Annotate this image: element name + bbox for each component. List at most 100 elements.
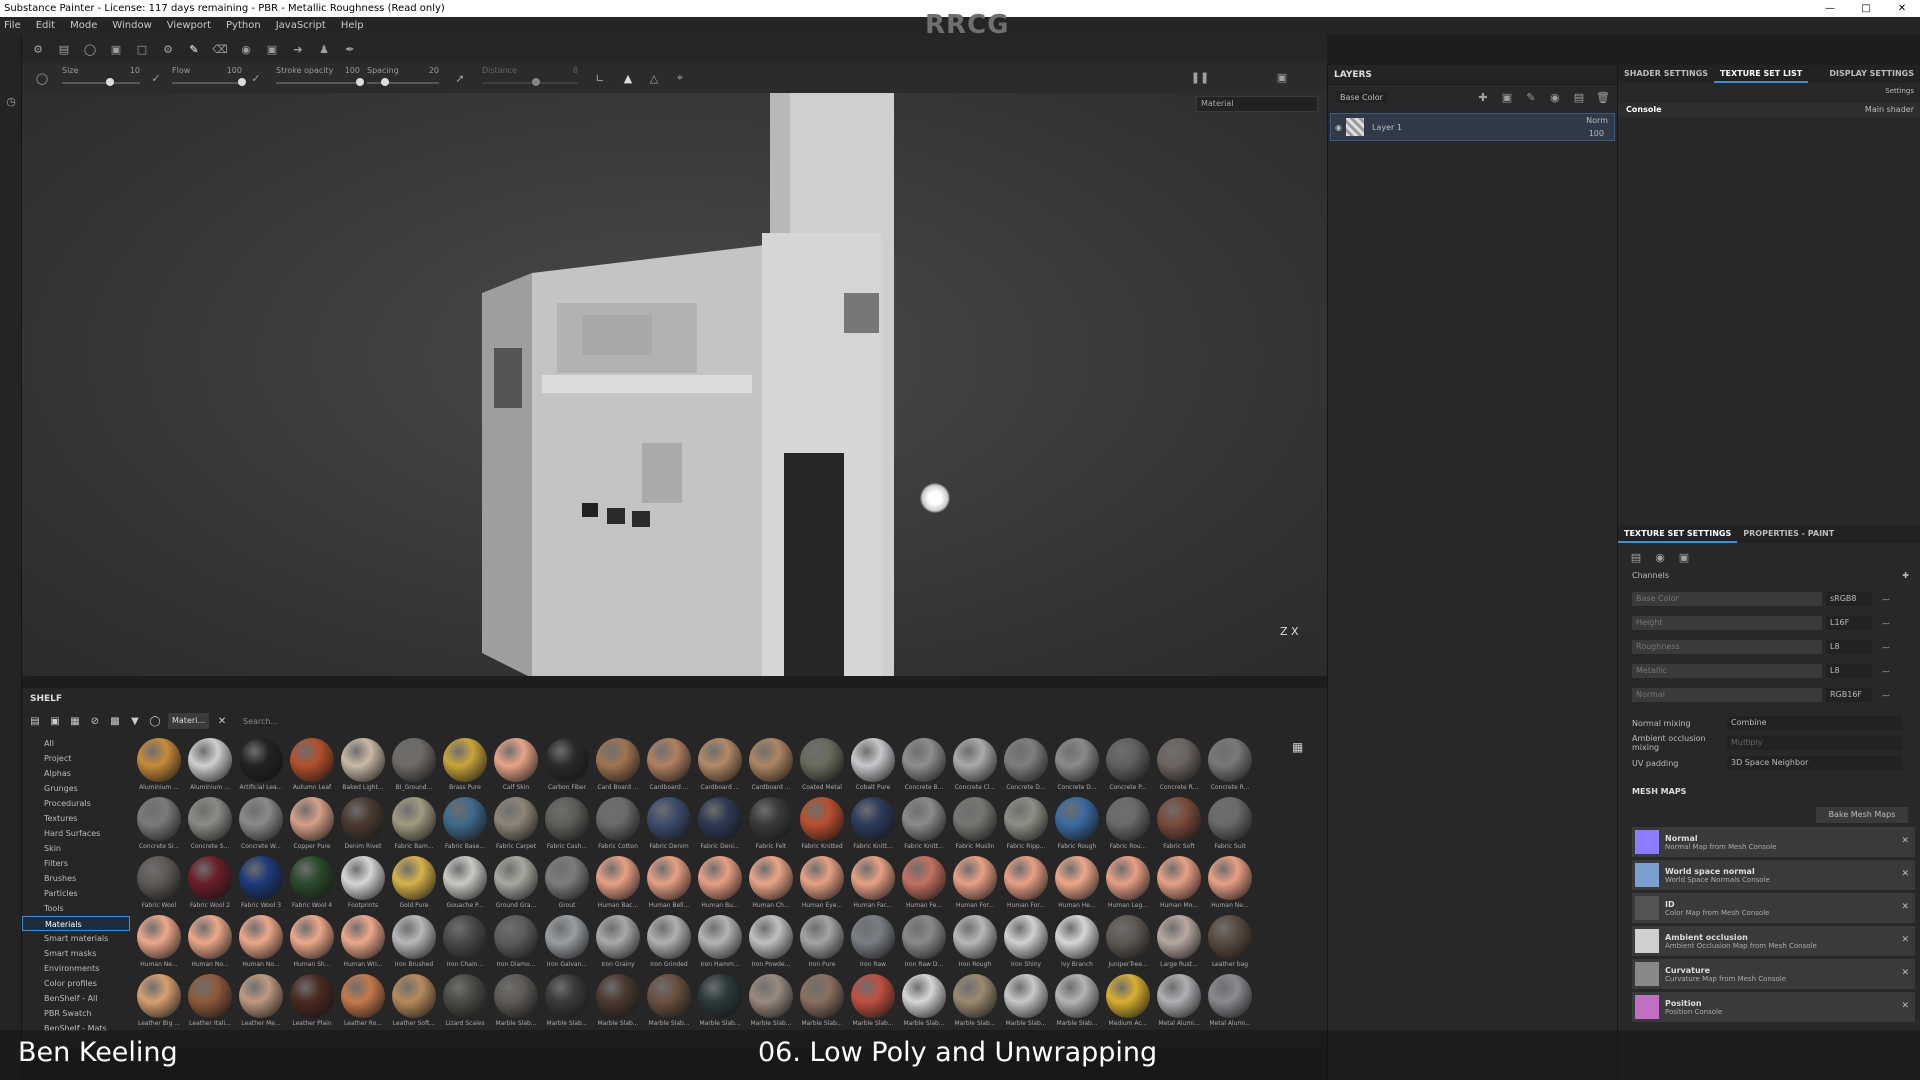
shelf-category[interactable]: BenShelf - All: [22, 991, 130, 1006]
material-item[interactable]: Iron Galvan...: [542, 915, 592, 973]
document-icon[interactable]: □: [134, 41, 150, 57]
shelf-category[interactable]: Textures: [22, 811, 130, 826]
filter-icon[interactable]: ▼: [128, 714, 142, 728]
material-item[interactable]: Denim Rivet: [338, 797, 388, 855]
texture-set-shader[interactable]: Main shader: [1865, 103, 1914, 117]
layer-row[interactable]: ◉ Layer 1 Norm 100: [1330, 113, 1615, 141]
tab-texture-set-settings[interactable]: TEXTURE SET SETTINGS: [1618, 525, 1738, 543]
maximize-icon[interactable]: □: [1848, 0, 1884, 17]
add-effect-icon[interactable]: ✚: [1475, 89, 1491, 105]
menu-edit[interactable]: Edit: [36, 17, 55, 35]
remove-filter-icon[interactable]: ✕: [215, 714, 229, 728]
settings-icon[interactable]: ⚙: [30, 41, 46, 57]
projection-icon[interactable]: ◉: [238, 41, 254, 57]
mesh-map-slot[interactable]: Position Position Console ✕: [1632, 992, 1915, 1022]
material-item[interactable]: Human He...: [1052, 856, 1102, 914]
tss-sphere-icon[interactable]: ◉: [1652, 549, 1668, 565]
material-item[interactable]: Concrete Si...: [134, 797, 184, 855]
clone-icon[interactable]: ♟: [316, 41, 332, 57]
remove-mesh-map-icon[interactable]: ✕: [1901, 1001, 1909, 1011]
material-item[interactable]: Aluminium ...: [134, 738, 184, 796]
material-item[interactable]: Concrete Cl...: [950, 738, 1000, 796]
shelf-category[interactable]: Skin: [22, 841, 130, 856]
material-item[interactable]: Human Eye...: [797, 856, 847, 914]
material-item[interactable]: Metal Alumi...: [1154, 974, 1204, 1032]
menu-window[interactable]: Window: [112, 17, 151, 35]
remove-mesh-map-icon[interactable]: ✕: [1901, 935, 1909, 945]
material-item[interactable]: Large Rust...: [1154, 915, 1204, 973]
material-item[interactable]: Grout: [542, 856, 592, 914]
menu-mode[interactable]: Mode: [70, 17, 97, 35]
shelf-category[interactable]: Brushes: [22, 871, 130, 886]
material-item[interactable]: Fabric Denim: [644, 797, 694, 855]
material-item[interactable]: Iron Rough: [950, 915, 1000, 973]
material-item[interactable]: Leather Plain: [287, 974, 337, 1032]
material-item[interactable]: Copper Pure: [287, 797, 337, 855]
material-item[interactable]: Fabric Felt: [746, 797, 796, 855]
tss-crop-icon[interactable]: ▣: [1676, 549, 1692, 565]
material-item[interactable]: BI_Ground...: [389, 738, 439, 796]
tab-properties-paint[interactable]: PROPERTIES - PAINT: [1737, 525, 1840, 543]
mesh-map-slot[interactable]: ID Color Map from Mesh Console ✕: [1632, 893, 1915, 923]
ao-mixing-dropdown[interactable]: Multiply: [1727, 736, 1902, 750]
remove-channel-icon[interactable]: —: [1882, 667, 1890, 676]
material-item[interactable]: Concrete R...: [1205, 738, 1255, 796]
material-item[interactable]: Concrete W...: [236, 797, 286, 855]
remove-mesh-map-icon[interactable]: ✕: [1901, 968, 1909, 978]
tab-display-settings[interactable]: DISPLAY SETTINGS: [1823, 65, 1920, 83]
new-folder-icon[interactable]: ▣: [48, 714, 62, 728]
material-item[interactable]: Concrete R...: [1154, 738, 1204, 796]
shelf-category[interactable]: Alphas: [22, 766, 130, 781]
pen-pressure-icon[interactable]: ✓: [148, 70, 164, 86]
import-icon[interactable]: ▦: [68, 714, 82, 728]
minimize-icon[interactable]: —: [1812, 0, 1848, 17]
geometry-mask-icon[interactable]: ▣: [264, 41, 280, 57]
material-item[interactable]: Fabric Knitted: [797, 797, 847, 855]
shelf-category[interactable]: Environments: [22, 961, 130, 976]
brush-preset-icon[interactable]: ◯: [34, 70, 50, 86]
add-folder-icon[interactable]: ▤: [1571, 89, 1587, 105]
material-item[interactable]: Cardboard ...: [644, 738, 694, 796]
material-item[interactable]: Marble Slab...: [491, 974, 541, 1032]
channel-format[interactable]: RGB16F: [1826, 688, 1872, 702]
material-item[interactable]: Iron Hamm...: [695, 915, 745, 973]
shelf-category[interactable]: Materials: [22, 916, 130, 931]
material-item[interactable]: Cobalt Pure: [848, 738, 898, 796]
material-item[interactable]: Human Bac...: [593, 856, 643, 914]
material-item[interactable]: Calf Skin: [491, 738, 541, 796]
shelf-category[interactable]: Filters: [22, 856, 130, 871]
material-item[interactable]: Concrete D...: [1052, 738, 1102, 796]
flow-pressure-icon[interactable]: ✓: [248, 70, 264, 86]
refresh-icon[interactable]: ◯: [148, 714, 162, 728]
flow-knob[interactable]: [238, 78, 246, 86]
material-item[interactable]: Aluminium ...: [185, 738, 235, 796]
material-item[interactable]: Gold Pure: [389, 856, 439, 914]
grid-view-icon[interactable]: ▦: [1292, 740, 1303, 754]
material-item[interactable]: Iron Diamo...: [491, 915, 541, 973]
add-paint-layer-icon[interactable]: ✎: [1523, 89, 1539, 105]
folder-icon[interactable]: ▤: [28, 714, 42, 728]
console-mesh[interactable]: [22, 93, 1327, 676]
material-item[interactable]: Fabric Ripp...: [1001, 797, 1051, 855]
material-item[interactable]: Fabric Rough: [1052, 797, 1102, 855]
material-item[interactable]: Autumn Leaf: [287, 738, 337, 796]
menu-help[interactable]: Help: [341, 17, 364, 35]
material-item[interactable]: Medium Ac...: [1103, 974, 1153, 1032]
material-item[interactable]: Fabric Suit: [1205, 797, 1255, 855]
shelf-category[interactable]: Procedurals: [22, 796, 130, 811]
material-item[interactable]: Marble Slab...: [848, 974, 898, 1032]
3d-viewport[interactable]: [22, 93, 1327, 676]
material-item[interactable]: Fabric Deni...: [695, 797, 745, 855]
menu-file[interactable]: File: [4, 17, 21, 35]
material-item[interactable]: Human Bu...: [695, 856, 745, 914]
hide-icon[interactable]: ⊘: [88, 714, 102, 728]
add-fill-layer-icon[interactable]: ◉: [1547, 89, 1563, 105]
viewport-mode-dropdown[interactable]: Material: [1196, 96, 1318, 112]
material-item[interactable]: Fabric Wool 2: [185, 856, 235, 914]
shelf-category[interactable]: Color profiles: [22, 976, 130, 991]
gear-icon[interactable]: ⚙: [160, 41, 176, 57]
material-item[interactable]: Fabric Cotton: [593, 797, 643, 855]
material-item[interactable]: Human For...: [1001, 856, 1051, 914]
mesh-map-slot[interactable]: Curvature Curvature Map from Mesh Console…: [1632, 959, 1915, 989]
material-item[interactable]: Fabric Carpet: [491, 797, 541, 855]
